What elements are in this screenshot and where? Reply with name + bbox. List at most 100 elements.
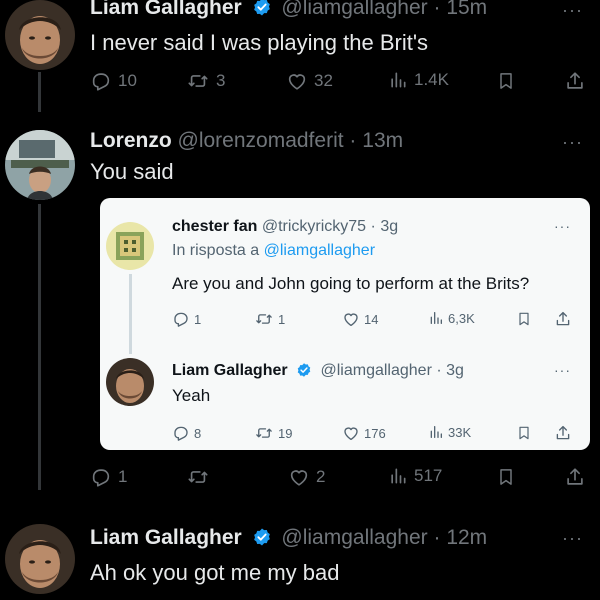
embedded-screenshot[interactable]: chester fan @trickyricky75 · 3g ··· In r… (100, 198, 590, 450)
avatar[interactable] (5, 0, 75, 70)
author-handle[interactable]: @liamgallagher (281, 526, 427, 549)
views-count: 33K (448, 424, 472, 440)
verified-badge-icon (252, 527, 272, 547)
author-name: chester fan (172, 218, 258, 235)
like-count: 32 (314, 71, 333, 90)
like-count: 14 (364, 311, 379, 327)
author-name[interactable]: Liam Gallagher (90, 526, 242, 549)
avatar (106, 222, 154, 270)
views-count: 6,3K (448, 310, 475, 326)
reply-button[interactable]: 10 (90, 70, 137, 92)
avatar[interactable] (5, 130, 75, 200)
action-bar: 1 1 14 6,3K (172, 310, 582, 338)
like-count: 176 (364, 425, 386, 441)
avatar (106, 358, 154, 406)
action-bar: 10 3 32 1.4K (90, 70, 590, 98)
author-name[interactable]: Liam Gallagher (90, 0, 242, 19)
bookmark-icon (516, 424, 532, 442)
verified-badge-icon (296, 362, 312, 378)
bookmark-button (516, 424, 532, 442)
thread-line (129, 274, 132, 354)
author-handle[interactable]: @lorenzomadferit (178, 129, 344, 152)
reply-icon (90, 466, 112, 488)
author-handle[interactable]: @liamgallagher (281, 0, 427, 19)
like-button[interactable]: 32 (286, 70, 333, 92)
views-button[interactable]: 1.4K (388, 70, 449, 90)
heart-icon (342, 424, 360, 442)
more-options-icon[interactable]: ··· (562, 132, 583, 153)
like-button[interactable]: 2 (288, 466, 325, 488)
action-bar: 8 19 176 33K (172, 424, 582, 450)
tweet-header: Liam Gallagher @liamgallagher · 12m (90, 526, 487, 550)
retweet-button[interactable]: 3 (186, 70, 225, 92)
retweet-button: 1 (254, 310, 285, 328)
share-icon (554, 424, 572, 442)
more-options-icon[interactable]: ··· (562, 528, 583, 549)
timestamp[interactable]: 13m (362, 129, 403, 152)
author-handle: @trickyricky75 (261, 218, 367, 235)
author-handle: @liamgallagher (320, 362, 432, 379)
tweet[interactable]: Liam Gallagher @liamgallagher · 15m ··· … (0, 0, 600, 112)
separator: · (349, 129, 357, 152)
tweet-text: Are you and John going to perform at the… (172, 274, 530, 293)
tweet[interactable]: Liam Gallagher @liamgallagher · 12m ··· … (0, 510, 600, 600)
bookmark-button[interactable] (496, 70, 516, 92)
views-count: 517 (414, 466, 443, 485)
bookmark-button[interactable] (496, 466, 516, 488)
heart-icon (286, 70, 308, 92)
reply-button[interactable]: 1 (90, 466, 127, 488)
share-button (554, 310, 572, 328)
verified-badge-icon (252, 0, 272, 17)
reply-count: 1 (194, 311, 202, 327)
views-button: 33K (428, 424, 471, 440)
separator: · (370, 218, 376, 235)
reply-count: 10 (118, 71, 137, 90)
tweet-header: Liam Gallagher @liamgallagher · 3g (172, 362, 464, 380)
analytics-icon (428, 310, 444, 326)
retweet-button: 19 (254, 424, 292, 442)
heart-icon (288, 466, 310, 488)
retweet-count: 19 (278, 425, 293, 441)
timestamp[interactable]: 15m (446, 0, 487, 19)
heart-icon (342, 310, 360, 328)
bookmark-icon (496, 70, 516, 92)
retweet-icon (186, 466, 210, 488)
share-button[interactable] (564, 70, 586, 92)
analytics-icon (428, 424, 444, 440)
retweet-button[interactable] (186, 466, 216, 488)
views-button[interactable]: 517 (388, 466, 442, 486)
like-count: 2 (316, 467, 326, 486)
thread-line (38, 72, 41, 112)
separator: · (433, 526, 441, 549)
timestamp: 3g (446, 362, 464, 379)
share-button (554, 424, 572, 442)
reply-button: 8 (172, 424, 201, 442)
share-button[interactable] (564, 466, 586, 488)
share-icon (564, 466, 586, 488)
reply-count: 8 (194, 425, 202, 441)
retweet-count: 1 (278, 311, 286, 327)
reply-icon (90, 70, 112, 92)
retweet-icon (254, 424, 274, 442)
tweet-text: I never said I was playing the Brit's (90, 30, 429, 55)
share-icon (554, 310, 572, 328)
reply-prefix: In risposta a (172, 242, 260, 259)
reply-mention: @liamgallagher (263, 242, 376, 259)
thread-line (38, 204, 41, 490)
more-options-icon: ··· (554, 218, 571, 234)
reply-context: In risposta a @liamgallagher (172, 242, 375, 260)
tweet-text: You said (90, 159, 174, 184)
timestamp: 3g (380, 218, 399, 235)
separator: · (433, 0, 441, 19)
tweet-header: Liam Gallagher @liamgallagher · 15m (90, 0, 487, 20)
share-icon (564, 70, 586, 92)
views-count: 1.4K (414, 70, 449, 89)
avatar[interactable] (5, 524, 75, 594)
timestamp[interactable]: 12m (446, 526, 487, 549)
more-options-icon[interactable]: ··· (562, 0, 583, 21)
author-name[interactable]: Lorenzo (90, 129, 172, 152)
retweet-icon (186, 70, 210, 92)
separator: · (436, 362, 442, 379)
more-options-icon: ··· (554, 362, 571, 378)
action-bar: 1 2 517 (90, 466, 590, 494)
